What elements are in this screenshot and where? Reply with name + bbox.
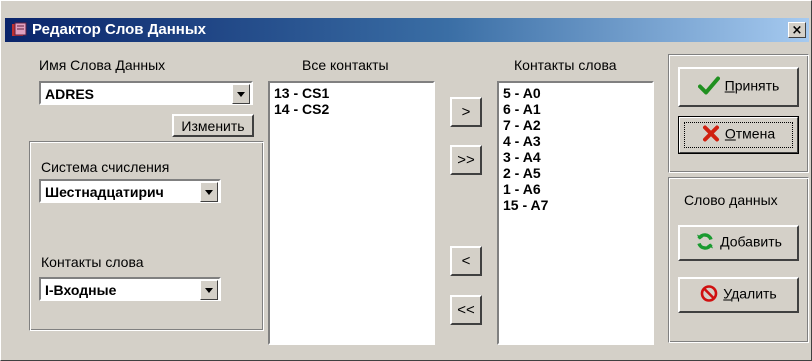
list-item[interactable]: 4 - A3 bbox=[503, 133, 541, 149]
list-item[interactable]: 14 - CS2 bbox=[274, 101, 329, 117]
close-button[interactable]: × bbox=[788, 22, 806, 38]
add-word-label: обавить bbox=[729, 233, 782, 250]
word-name-label: Имя Слова Данных bbox=[39, 57, 166, 73]
chevron-down-icon[interactable] bbox=[200, 182, 218, 202]
all-contacts-list[interactable]: 13 - CS1 14 - CS2 bbox=[268, 81, 435, 345]
cancel-button[interactable]: Отмена bbox=[678, 116, 799, 154]
numbering-combobox[interactable]: Шестнадцатирич bbox=[39, 179, 221, 203]
delete-mnemonic: У bbox=[723, 285, 732, 302]
remove-all-contacts-button[interactable]: << bbox=[450, 295, 482, 325]
x-icon bbox=[702, 125, 719, 142]
chevron-down-icon[interactable] bbox=[232, 84, 250, 104]
remove-contact-label: < bbox=[461, 252, 471, 270]
change-button[interactable]: Изменить bbox=[172, 114, 254, 137]
no-entry-icon bbox=[700, 285, 718, 302]
contacts-filter-label: Контакты слова bbox=[41, 254, 144, 270]
close-icon: × bbox=[791, 23, 803, 38]
numbering-value: Шестнадцатирич bbox=[45, 184, 164, 200]
list-item[interactable]: 5 - A0 bbox=[503, 85, 541, 101]
add-mnemonic: Д bbox=[720, 233, 730, 250]
accept-mnemonic: П bbox=[724, 77, 735, 94]
window-title: Редактор Слов Данных bbox=[32, 21, 207, 38]
add-word-button[interactable]: Добавить bbox=[678, 225, 799, 261]
word-name-value: ADRES bbox=[45, 86, 95, 102]
numbering-label: Система счисления bbox=[41, 159, 170, 175]
dictionary-icon bbox=[12, 22, 27, 36]
add-all-label: >> bbox=[457, 151, 475, 169]
title-bar: Редактор Слов Данных × bbox=[5, 18, 809, 42]
remove-all-label: << bbox=[457, 301, 475, 319]
word-name-combobox[interactable]: ADRES bbox=[39, 81, 253, 105]
cancel-mnemonic: О bbox=[724, 125, 736, 142]
list-item[interactable]: 13 - CS1 bbox=[274, 85, 329, 101]
refresh-icon bbox=[697, 233, 714, 250]
chevron-down-icon[interactable] bbox=[200, 280, 218, 300]
list-item[interactable]: 2 - A5 bbox=[503, 165, 541, 181]
remove-contact-button[interactable]: < bbox=[450, 246, 482, 276]
change-button-label: Изменить bbox=[181, 117, 245, 134]
contacts-filter-value: I-Входные bbox=[45, 282, 117, 298]
delete-word-label: далить bbox=[731, 285, 777, 302]
word-contacts-label: Контакты слова bbox=[514, 57, 617, 73]
add-contact-button[interactable]: > bbox=[450, 97, 482, 127]
list-item[interactable]: 15 - A7 bbox=[503, 197, 548, 213]
list-item[interactable]: 6 - A1 bbox=[503, 101, 541, 117]
contacts-filter-combobox[interactable]: I-Входные bbox=[39, 277, 221, 301]
add-all-contacts-button[interactable]: >> bbox=[450, 145, 482, 175]
list-item[interactable]: 7 - A2 bbox=[503, 117, 541, 133]
list-item[interactable]: 1 - A6 bbox=[503, 181, 541, 197]
accept-label: ринять bbox=[734, 77, 780, 94]
all-contacts-label: Все контакты bbox=[302, 57, 389, 73]
word-contacts-list[interactable]: 5 - A0 6 - A1 7 - A2 4 - A3 3 - A4 2 - A… bbox=[497, 81, 654, 345]
add-contact-label: > bbox=[461, 103, 471, 121]
data-word-label: Слово данных bbox=[684, 192, 778, 208]
delete-word-button[interactable]: Удалить bbox=[678, 277, 799, 313]
cancel-label: тмена bbox=[735, 125, 776, 142]
list-item[interactable]: 3 - A4 bbox=[503, 149, 541, 165]
checkmark-icon bbox=[697, 76, 720, 95]
data-word-editor-window: Редактор Слов Данных × Имя Слова Данных … bbox=[0, 0, 812, 361]
accept-button[interactable]: Принять bbox=[678, 67, 799, 107]
